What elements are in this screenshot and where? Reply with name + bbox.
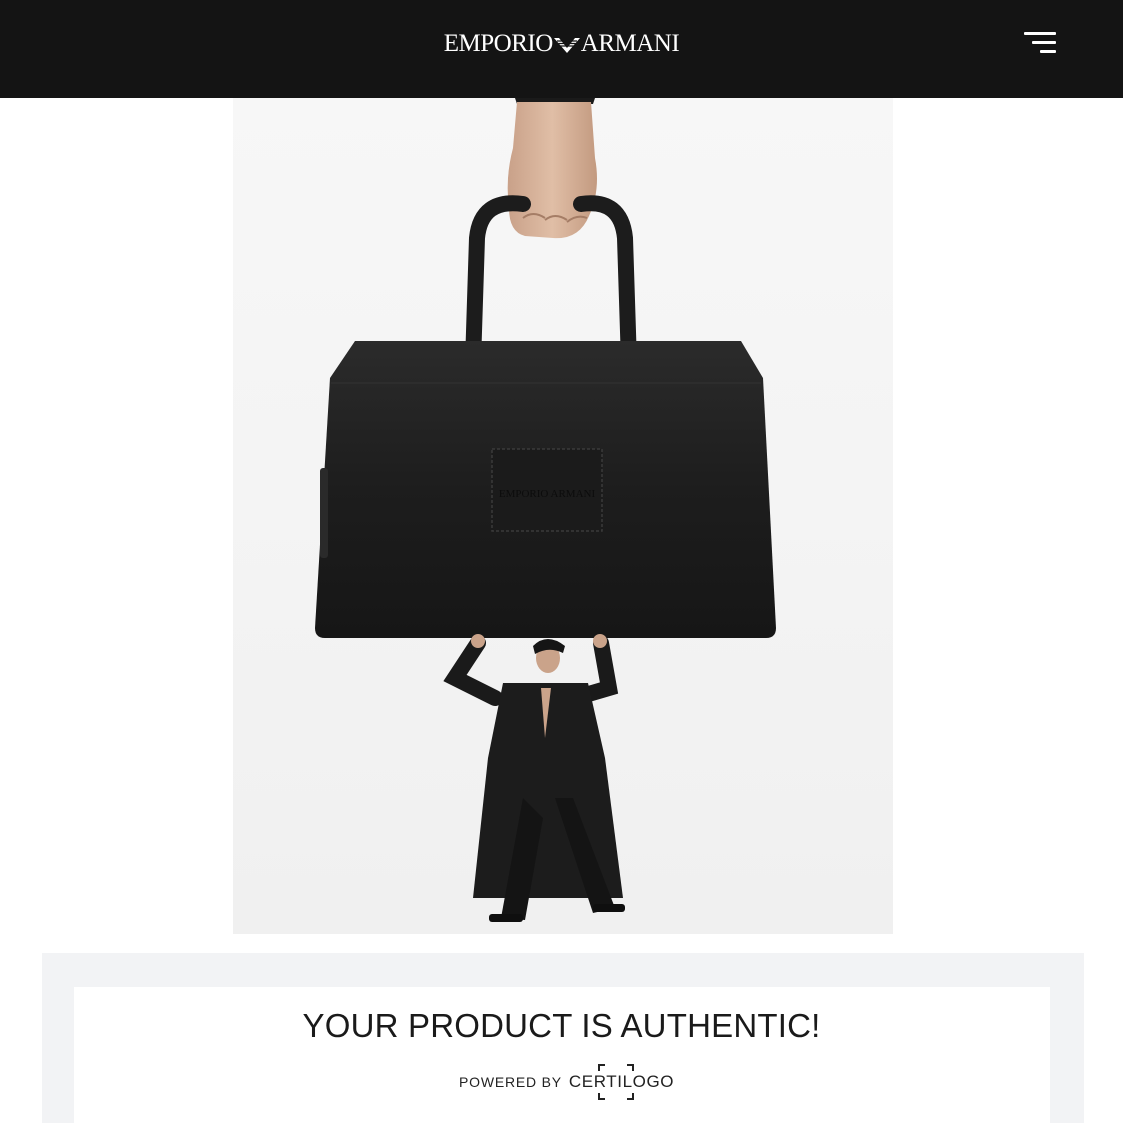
authenticity-headline: YOUR PRODUCT IS AUTHENTIC! [302,1007,821,1044]
figure-coat [473,683,623,898]
hamburger-menu-icon[interactable] [1018,26,1062,60]
powered-by-label: POWERED BY [459,1074,562,1090]
campaign-illustration: EMPORIO ARMANI [315,98,776,922]
brand-logo-right: ARMANI [580,30,680,57]
brand-logo-left: EMPORIO [443,30,554,57]
certilogo-frame-icon [598,1064,634,1100]
hero-campaign-image: EMPORIO ARMANI [233,98,893,934]
bag-logo-text: EMPORIO ARMANI [499,488,596,500]
powered-by-certilogo[interactable]: POWERED BY CERTILOGO [459,1064,674,1100]
top-navigation-bar: EMPORIO ARMANI [0,0,1123,98]
eagle-logo-icon [553,38,580,53]
emporio-armani-logo[interactable]: EMPORIO ARMANI [0,30,1123,58]
